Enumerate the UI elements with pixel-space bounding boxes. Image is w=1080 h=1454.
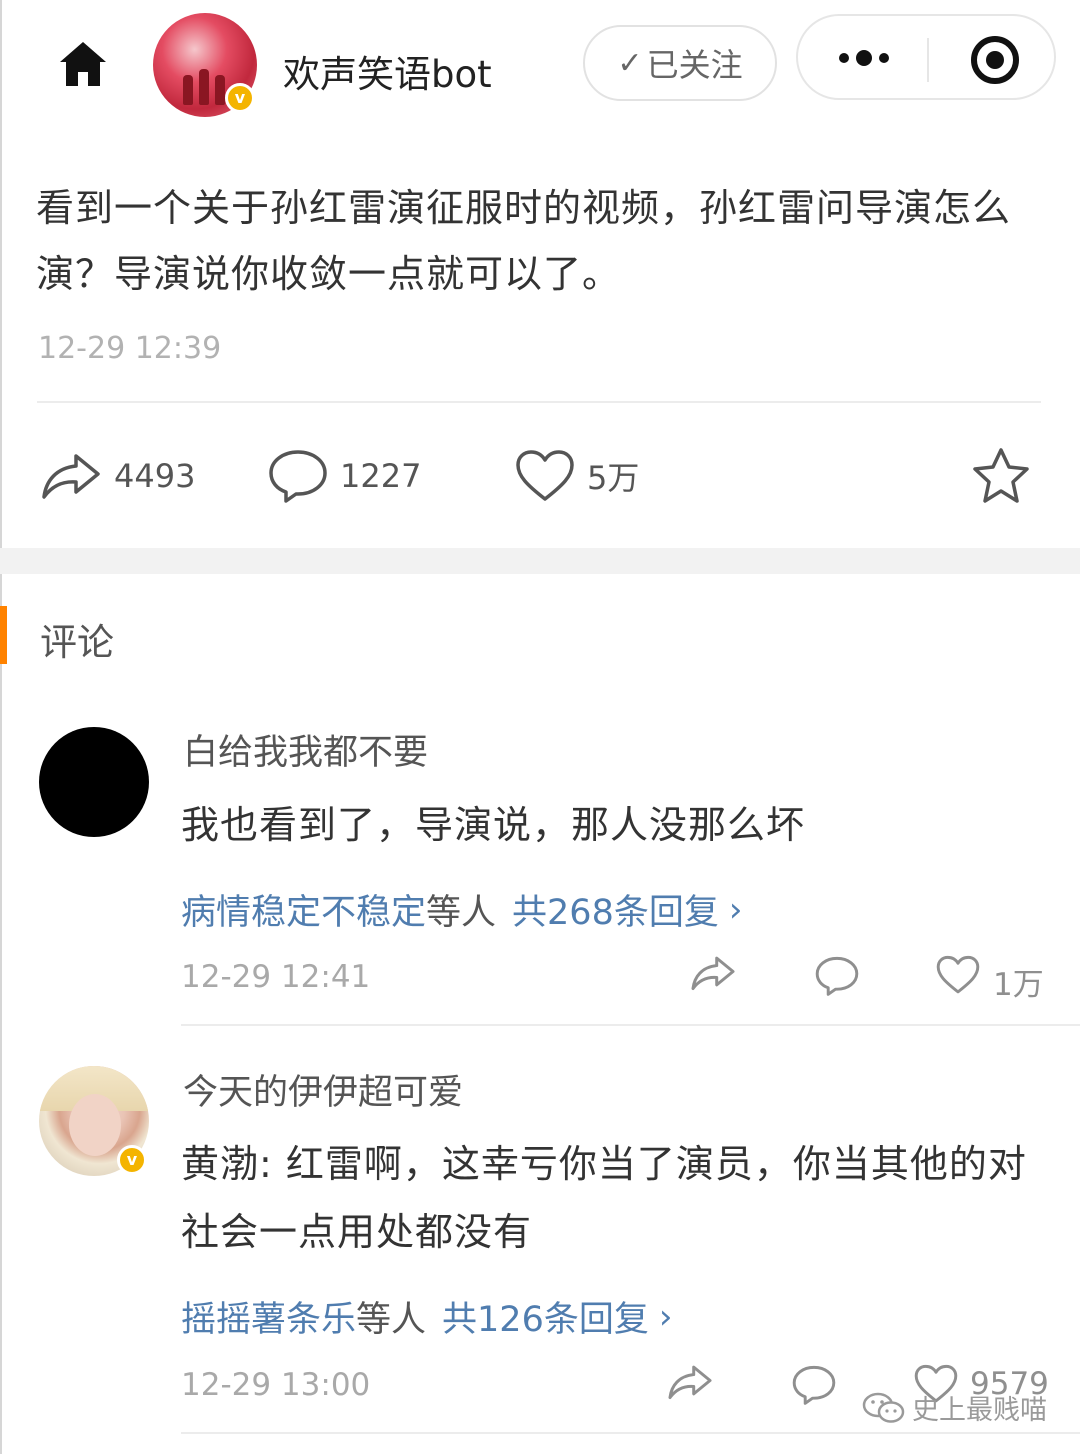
comment-button[interactable]: 1227 — [268, 444, 421, 508]
chevron-right-icon: › — [728, 889, 743, 930]
username[interactable]: 欢声笑语bot — [283, 44, 492, 98]
left-edge-line — [0, 0, 2, 1454]
repost-icon[interactable] — [690, 953, 736, 997]
reply-users: 摇摇薯条乐 — [181, 1300, 357, 1340]
post-time: 12-29 12:39 — [38, 331, 222, 366]
repost-icon — [42, 454, 100, 499]
close-miniprogram-icon[interactable] — [968, 33, 1022, 87]
reply-count: 共268条回复 — [512, 893, 719, 933]
comment-time: 12-29 12:41 — [181, 959, 371, 995]
comment-like-count: 1万 — [993, 967, 1044, 1003]
favorite-button[interactable] — [970, 444, 1032, 508]
heart-icon — [516, 450, 574, 501]
comments-title[interactable]: 评论 — [40, 612, 114, 666]
repost-icon[interactable] — [667, 1362, 713, 1406]
watermark: 史上最贱喵 — [862, 1388, 1047, 1427]
like-count: 5万 — [587, 459, 640, 497]
replies-link[interactable]: 病情稳定不稳定 等人 共268条回复 › — [181, 884, 742, 935]
divider — [37, 401, 1041, 403]
comment-username[interactable]: 白给我我都不要 — [183, 724, 428, 775]
post-text: 看到一个关于孙红雷演征服时的视频，孙红雷问导演怎么演？导演说你收敛一点就可以了。 — [36, 186, 1012, 296]
mini-program-capsule — [796, 14, 1056, 100]
wechat-icon — [862, 1392, 905, 1423]
repost-count: 4493 — [114, 457, 196, 495]
follow-label: 已关注 — [646, 46, 743, 84]
comment-avatar[interactable] — [39, 727, 149, 837]
more-icon[interactable] — [836, 46, 892, 70]
capsule-divider — [927, 38, 929, 82]
star-icon — [973, 448, 1029, 503]
header: v 欢声笑语bot ✓ 已关注 — [0, 0, 1080, 130]
comment-time: 12-29 13:00 — [181, 1367, 371, 1403]
reply-mid: 等人 — [356, 1300, 427, 1340]
heart-icon[interactable] — [936, 955, 980, 999]
divider — [181, 1024, 1080, 1026]
comment-icon — [269, 450, 327, 503]
section-separator — [0, 548, 1080, 574]
comment-icon[interactable] — [815, 955, 859, 1001]
chevron-right-icon: › — [658, 1296, 673, 1337]
comment-text: 黄渤: 红雷啊，这幸亏你当了演员，你当其他的对社会一点用处都没有 — [181, 1142, 1027, 1254]
reply-mid: 等人 — [426, 893, 497, 933]
reply-count: 共126条回复 — [442, 1300, 649, 1340]
comment-icon[interactable] — [792, 1364, 836, 1410]
avatar[interactable]: v — [153, 13, 257, 117]
comment-text: 我也看到了，导演说，那人没那么坏 — [181, 803, 806, 847]
repost-button[interactable]: 4493 — [40, 444, 195, 508]
check-icon: ✓ — [617, 45, 643, 81]
follow-button[interactable]: ✓ 已关注 — [583, 25, 777, 101]
replies-link[interactable]: 摇摇薯条乐 等人 共126条回复 › — [181, 1291, 672, 1342]
like-button[interactable]: 5万 — [515, 444, 639, 508]
home-icon[interactable] — [56, 38, 110, 90]
reply-users: 病情稳定不稳定 — [181, 893, 427, 933]
divider — [181, 1432, 1080, 1434]
comment-count: 1227 — [340, 457, 422, 495]
verified-badge-icon: v — [225, 83, 255, 113]
comments-accent-bar — [0, 606, 7, 664]
verified-badge-icon: v — [117, 1145, 147, 1175]
comment-username[interactable]: 今天的伊伊超可爱 — [183, 1064, 463, 1115]
watermark-text: 史上最贱喵 — [912, 1395, 1047, 1426]
